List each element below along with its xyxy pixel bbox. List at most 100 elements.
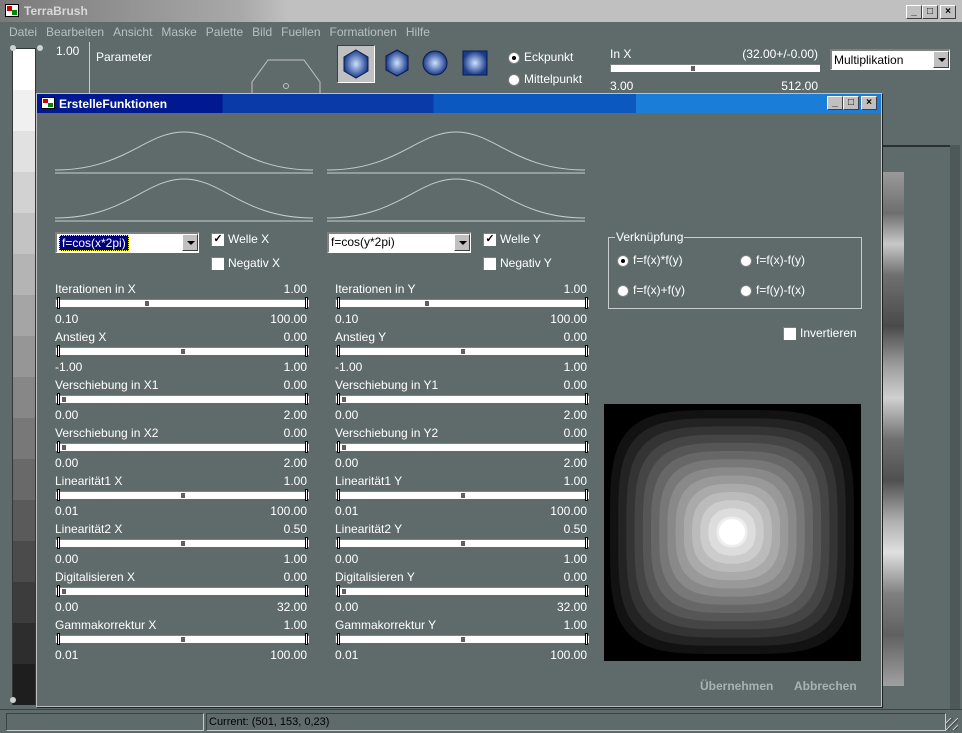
chevron-down-icon[interactable] bbox=[454, 234, 470, 251]
palette-swatch[interactable] bbox=[13, 377, 35, 418]
blend-mode-value: Multiplikation bbox=[834, 53, 904, 67]
dialog-minimize-button[interactable]: _ bbox=[827, 96, 843, 110]
slider-thumb[interactable] bbox=[181, 541, 185, 546]
minimize-button[interactable]: _ bbox=[906, 5, 922, 19]
resize-grip-icon[interactable] bbox=[946, 718, 958, 730]
palette-bottom-handle[interactable] bbox=[10, 697, 16, 703]
palette-swatch[interactable] bbox=[13, 541, 35, 582]
radio-fy-minus-fx[interactable] bbox=[740, 285, 752, 297]
slider-thumb[interactable] bbox=[342, 397, 346, 402]
menu-bearbeiten[interactable]: Bearbeiten bbox=[46, 25, 104, 39]
function-x-select[interactable]: f=cos(x*2pi) bbox=[55, 232, 199, 253]
eckpunkt-radio[interactable] bbox=[508, 52, 520, 64]
slider-track[interactable] bbox=[335, 441, 589, 453]
slider-track[interactable] bbox=[55, 297, 309, 309]
menu-bild[interactable]: Bild bbox=[252, 25, 272, 39]
slider-track[interactable] bbox=[335, 585, 589, 597]
slider-thumb[interactable] bbox=[461, 541, 465, 546]
slider-min: -1.00 bbox=[55, 360, 83, 374]
slider-label: Linearität2 Y bbox=[335, 522, 403, 536]
slider-thumb[interactable] bbox=[62, 589, 66, 594]
radio-fx-plus-fy-label: f=f(x)+f(y) bbox=[633, 283, 686, 297]
slider-thumb[interactable] bbox=[461, 637, 465, 642]
close-button[interactable]: × bbox=[940, 5, 956, 19]
in-x-slider[interactable] bbox=[610, 64, 820, 72]
slider-track[interactable] bbox=[335, 297, 589, 309]
welle-y-checkbox[interactable]: ✓ bbox=[483, 233, 496, 246]
maximize-button[interactable]: □ bbox=[922, 5, 938, 19]
slider-track[interactable] bbox=[55, 441, 309, 453]
slider-track[interactable] bbox=[55, 585, 309, 597]
slider-max: 2.00 bbox=[283, 408, 307, 422]
palette-swatch[interactable] bbox=[13, 664, 35, 705]
slider-thumb[interactable] bbox=[62, 445, 66, 450]
slider-thumb[interactable] bbox=[425, 301, 430, 306]
palette-top-handle[interactable] bbox=[10, 45, 16, 51]
slider-track[interactable] bbox=[335, 633, 589, 645]
slider-thumb[interactable] bbox=[342, 445, 346, 450]
slider-track[interactable] bbox=[55, 537, 309, 549]
palette-swatch[interactable] bbox=[13, 459, 35, 500]
menu-palette[interactable]: Palette bbox=[206, 25, 243, 39]
brush-circle-button[interactable] bbox=[419, 47, 451, 79]
slider-thumb[interactable] bbox=[181, 349, 185, 354]
slider-thumb[interactable] bbox=[181, 493, 185, 498]
palette-top-handle-2[interactable] bbox=[37, 45, 43, 51]
palette-swatch[interactable] bbox=[13, 418, 35, 459]
slider-thumb[interactable] bbox=[461, 349, 465, 354]
cancel-button[interactable]: Abbrechen bbox=[794, 679, 857, 693]
slider-thumb[interactable] bbox=[690, 66, 695, 71]
function-y-select[interactable]: f=cos(y*2pi) bbox=[327, 232, 471, 253]
menu-datei[interactable]: Datei bbox=[9, 25, 37, 39]
slider-track[interactable] bbox=[335, 345, 589, 357]
chevron-down-icon[interactable] bbox=[933, 51, 949, 68]
brush-hexagon-button[interactable] bbox=[337, 45, 375, 83]
dialog-close-button[interactable]: × bbox=[861, 96, 877, 110]
radio-fx-plus-fy[interactable] bbox=[617, 285, 629, 297]
slider-track[interactable] bbox=[335, 537, 589, 549]
brush-hexagon2-button[interactable] bbox=[381, 47, 413, 79]
slider-thumb[interactable] bbox=[62, 397, 66, 402]
palette-swatch[interactable] bbox=[13, 500, 35, 541]
slider-thumb[interactable] bbox=[461, 493, 465, 498]
radio-fx-mul-fy[interactable] bbox=[617, 255, 629, 267]
negativ-x-checkbox[interactable] bbox=[211, 257, 224, 270]
palette-swatch[interactable] bbox=[13, 49, 35, 90]
slider-thumb[interactable] bbox=[342, 589, 346, 594]
dialog-maximize-button[interactable]: □ bbox=[843, 96, 859, 110]
blend-mode-select[interactable]: Multiplikation bbox=[830, 49, 950, 70]
palette-swatch[interactable] bbox=[13, 623, 35, 664]
menu-hilfe[interactable]: Hilfe bbox=[406, 25, 430, 39]
slider-thumb[interactable] bbox=[181, 637, 185, 642]
slider-track[interactable] bbox=[55, 633, 309, 645]
menu-maske[interactable]: Maske bbox=[161, 25, 196, 39]
right-scrollbar[interactable] bbox=[950, 145, 960, 710]
slider-track[interactable] bbox=[55, 345, 309, 357]
brush-square-button[interactable] bbox=[459, 47, 491, 79]
palette-swatch[interactable] bbox=[13, 336, 35, 377]
menu-fuellen[interactable]: Fuellen bbox=[281, 25, 320, 39]
apply-button[interactable]: Übernehmen bbox=[700, 679, 773, 693]
invertieren-checkbox[interactable] bbox=[783, 327, 796, 340]
slider-thumb[interactable] bbox=[145, 301, 150, 306]
slider-track[interactable] bbox=[335, 489, 589, 501]
mittelpunkt-radio[interactable] bbox=[508, 74, 520, 86]
welle-x-checkbox[interactable]: ✓ bbox=[211, 233, 224, 246]
slider-track[interactable] bbox=[55, 489, 309, 501]
menu-ansicht[interactable]: Ansicht bbox=[113, 25, 152, 39]
palette-swatch[interactable] bbox=[13, 254, 35, 295]
slider-track[interactable] bbox=[335, 393, 589, 405]
palette-swatch[interactable] bbox=[13, 213, 35, 254]
palette-swatch[interactable] bbox=[13, 295, 35, 336]
terrain-canvas[interactable] bbox=[882, 172, 904, 686]
palette-swatch[interactable] bbox=[13, 90, 35, 131]
palette-swatch[interactable] bbox=[13, 582, 35, 623]
radio-fx-minus-fy[interactable] bbox=[740, 255, 752, 267]
menu-formationen[interactable]: Formationen bbox=[330, 25, 397, 39]
negativ-y-checkbox[interactable] bbox=[483, 257, 496, 270]
palette-swatch[interactable] bbox=[13, 172, 35, 213]
gray-palette[interactable] bbox=[12, 48, 36, 705]
chevron-down-icon[interactable] bbox=[182, 234, 198, 251]
slider-track[interactable] bbox=[55, 393, 309, 405]
palette-swatch[interactable] bbox=[13, 131, 35, 172]
